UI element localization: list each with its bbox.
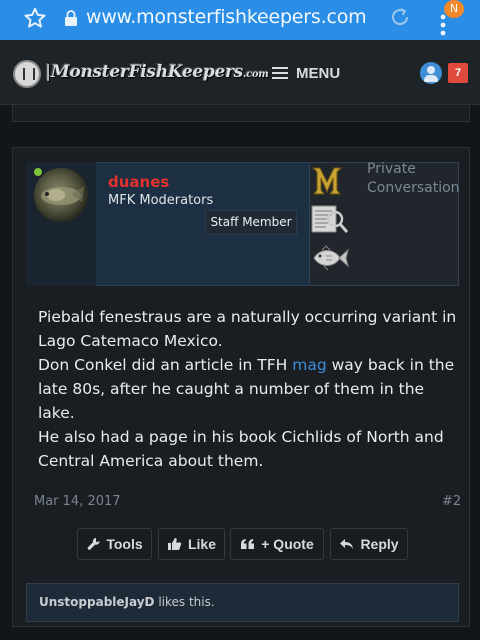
- site-logo[interactable]: |MonsterFishKeepers.com: [45, 62, 269, 82]
- username-link[interactable]: duanes: [108, 173, 169, 191]
- lock-icon: [65, 10, 77, 26]
- reply-arrow-icon: [340, 539, 354, 549]
- alerts-count-badge[interactable]: 7: [448, 63, 468, 83]
- tools-label: Tools: [106, 536, 143, 552]
- tools-button[interactable]: Tools: [77, 528, 152, 560]
- likes-summary: UnstoppableJayD likes this.: [26, 583, 459, 622]
- mag-link[interactable]: mag: [292, 356, 326, 374]
- site-logo-icon[interactable]: [13, 60, 41, 88]
- post-text-line: He also had a page in his book Cichlids …: [38, 428, 444, 470]
- menu-button[interactable]: MENU: [272, 62, 340, 84]
- account-icon[interactable]: [420, 62, 442, 84]
- post-message-body: Piebald fenestraus are a naturally occur…: [38, 305, 458, 473]
- notification-badge: N: [444, 0, 464, 18]
- menu-label: MENU: [296, 64, 341, 82]
- url-text[interactable]: www.monsterfishkeepers.com: [86, 6, 367, 28]
- liker-username-link[interactable]: UnstoppableJayD: [39, 595, 155, 609]
- quote-label: + Quote: [261, 536, 314, 552]
- like-label: Like: [187, 536, 216, 552]
- thumbs-up-icon: [167, 538, 182, 550]
- staff-member-badge: Staff Member: [205, 210, 297, 235]
- bookmark-star-icon[interactable]: [22, 5, 48, 31]
- user-group-title: MFK Moderators: [108, 193, 214, 208]
- more-menu-icon[interactable]: [440, 14, 446, 36]
- quote-icon: [241, 539, 255, 549]
- hamburger-icon: [272, 67, 288, 79]
- likes-text: likes this.: [154, 595, 215, 609]
- quote-button[interactable]: + Quote: [230, 528, 324, 560]
- research-trophy-icon[interactable]: [310, 203, 350, 235]
- like-button[interactable]: Like: [158, 528, 225, 560]
- browser-address-bar: www.monsterfishkeepers.com N: [0, 0, 480, 40]
- post-text-line: Don Conkel did an article in TFH mag way…: [38, 356, 455, 422]
- fish-trophy-icon[interactable]: [310, 244, 350, 272]
- reply-label: Reply: [360, 536, 399, 552]
- post-text-line: Piebald fenestraus are a naturally occur…: [38, 308, 457, 350]
- moderator-m-trophy-icon[interactable]: [310, 164, 344, 196]
- post-permalink[interactable]: #2: [442, 494, 461, 509]
- refresh-icon[interactable]: [388, 5, 412, 29]
- private-conversation-link[interactable]: Private Conversation: [367, 160, 467, 198]
- wrench-icon: [87, 537, 101, 550]
- reply-button[interactable]: Reply: [330, 528, 408, 560]
- online-status-indicator: [32, 166, 44, 178]
- previous-post-bottom: [12, 105, 470, 122]
- post-date-link[interactable]: Mar 14, 2017: [34, 494, 121, 509]
